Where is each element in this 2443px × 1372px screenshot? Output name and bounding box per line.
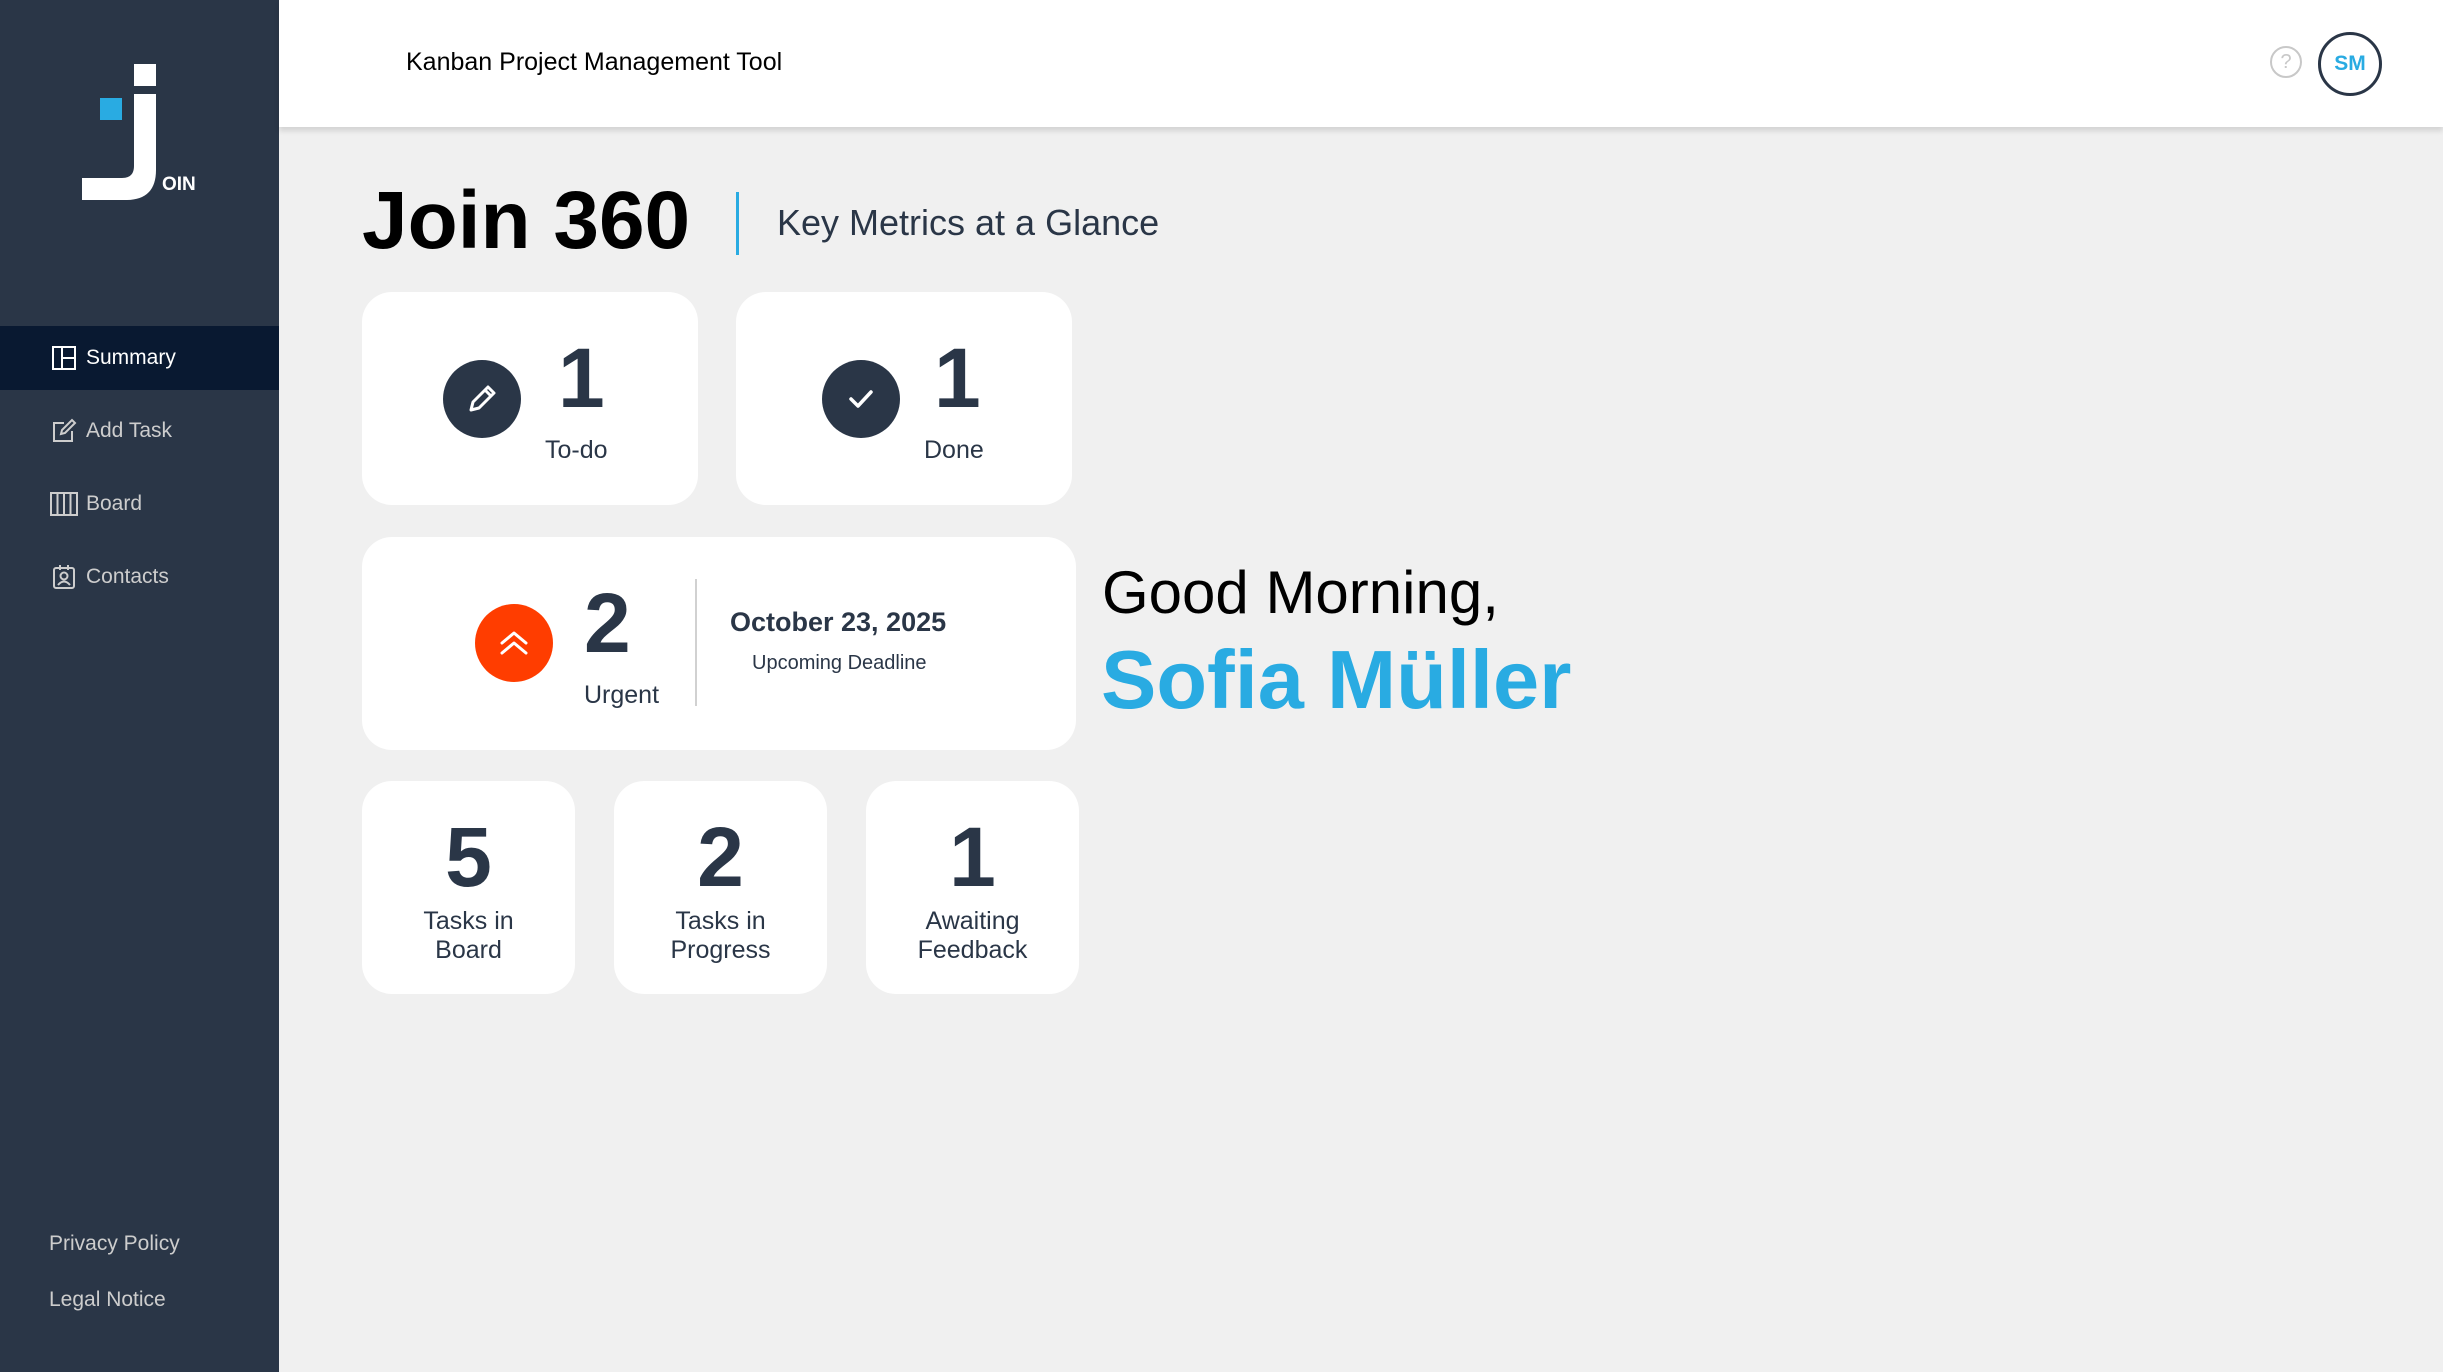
tasks-in-board-label: Tasks in Board [362,907,575,965]
awaiting-feedback-card[interactable]: 1 Awaiting Feedback [866,781,1079,994]
label-line: Tasks in [675,907,766,935]
title-divider [736,192,739,255]
todo-card[interactable]: 1 To-do [362,292,698,505]
sidebar-item-label: Board [86,492,143,515]
help-icon[interactable]: ? [2270,46,2302,78]
sidebar-item-label: Add Task [86,419,172,442]
urgent-label: Urgent [584,681,660,709]
label-line: Board [435,935,502,964]
todo-label: To-do [545,436,608,464]
label-line: Awaiting [925,907,1020,935]
checkmark-icon [822,360,900,438]
label-line: Tasks in [423,907,514,935]
sidebar-item-label: Summary [86,346,176,369]
pencil-icon [443,360,521,438]
tasks-in-progress-label: Tasks in Progress [614,907,827,965]
user-avatar[interactable]: SM [2318,32,2382,96]
join-logo[interactable]: OIN [78,60,208,205]
deadline-label: Upcoming Deadline [752,652,927,674]
tasks-in-progress-count: 2 [697,810,744,904]
summary-icon [50,344,78,372]
sidebar-item-contacts[interactable]: Contacts [0,545,279,609]
urgent-count: 2 [584,576,631,670]
tasks-in-progress-card[interactable]: 2 Tasks in Progress [614,781,827,994]
deadline-date: October 23, 2025 [730,607,947,637]
sidebar-item-board[interactable]: Board [0,472,279,536]
sidebar: OIN Summary Add Task Board Contacts Priv… [0,0,279,1372]
tasks-in-board-card[interactable]: 5 Tasks in Board [362,781,575,994]
sidebar-nav: Summary Add Task Board Contacts [0,326,279,618]
sidebar-item-label: Contacts [86,565,169,588]
awaiting-feedback-label: Awaiting Feedback [866,907,1079,965]
user-name: Sofia Müller [1101,633,1572,726]
done-count: 1 [934,331,981,425]
urgent-divider [695,579,697,706]
done-label: Done [924,436,984,464]
add-task-icon [50,417,78,445]
sidebar-footer: Privacy Policy Legal Notice [49,1232,180,1312]
done-card[interactable]: 1 Done [736,292,1072,505]
privacy-policy-link[interactable]: Privacy Policy [49,1232,180,1256]
double-chevron-up-icon [475,604,553,682]
contacts-icon [50,563,78,591]
tasks-in-board-count: 5 [445,810,492,904]
sidebar-item-summary[interactable]: Summary [0,326,279,390]
awaiting-feedback-count: 1 [949,810,996,904]
todo-count: 1 [558,331,605,425]
label-line: Progress [670,935,771,964]
legal-notice-link[interactable]: Legal Notice [49,1288,180,1312]
sidebar-item-add-task[interactable]: Add Task [0,399,279,463]
header-title: Kanban Project Management Tool [406,48,783,76]
top-header: Kanban Project Management Tool [279,0,2443,127]
urgent-card[interactable]: 2 Urgent October 23, 2025 Upcoming Deadl… [362,537,1076,750]
page-subtitle: Key Metrics at a Glance [777,202,1160,243]
page-title: Join 360 [362,175,691,266]
label-line: Feedback [917,935,1028,964]
logo-text: OIN [162,174,196,195]
greeting-text: Good Morning, [1102,559,1499,626]
board-icon [50,490,78,518]
